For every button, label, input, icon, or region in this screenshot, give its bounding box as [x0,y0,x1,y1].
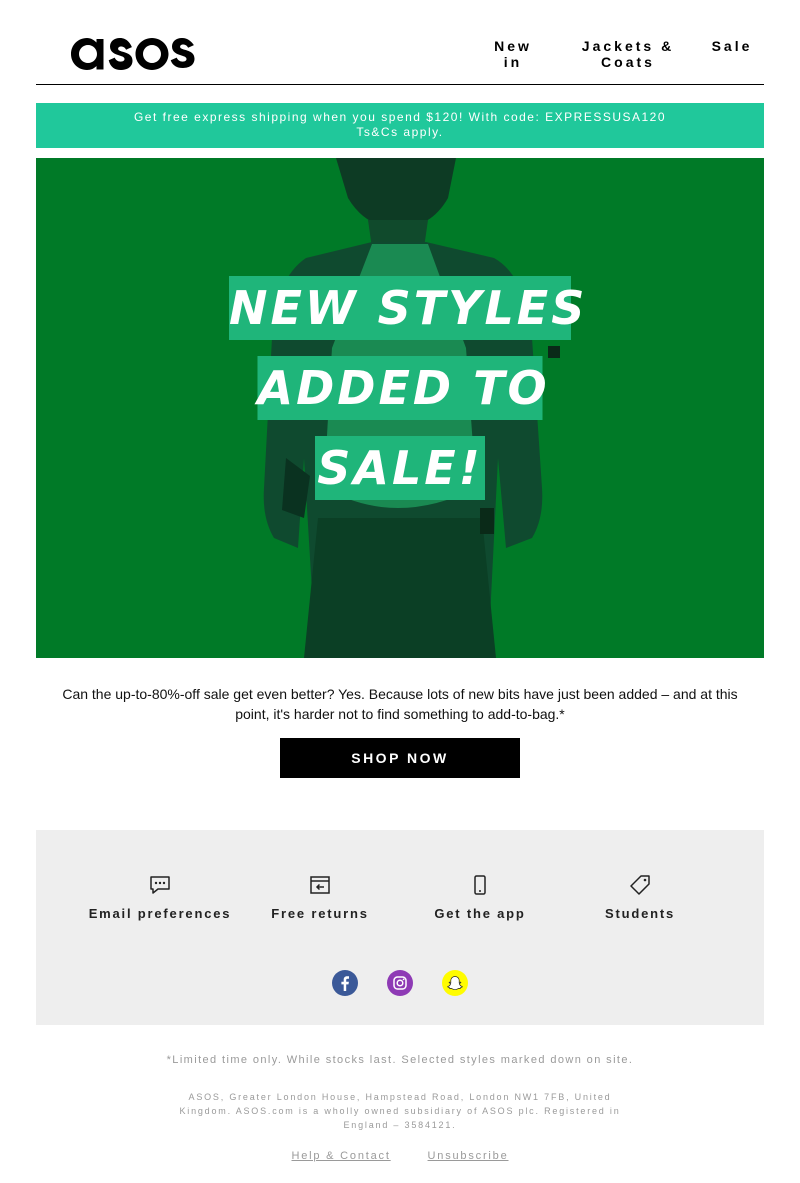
nav-new-in[interactable]: New in [488,38,538,70]
hero-banner[interactable]: NEW STYLES ADDED TO SALE! [36,158,764,658]
feature-get-the-app[interactable]: Get the app [400,874,560,921]
unsubscribe-link[interactable]: Unsubscribe [428,1150,509,1162]
body-copy: Can the up-to-80%-off sale get even bett… [62,686,738,722]
facebook-icon [341,976,349,991]
header: New in Jackets & Coats Sale [36,0,764,85]
tag-icon [630,875,650,895]
feature-students[interactable]: Students [560,874,720,921]
chat-bubble-icon [150,876,170,894]
company-address: ASOS, Greater London House, Hampstead Ro… [179,1092,621,1130]
return-box-icon [310,876,330,894]
feature-label: Free returns [271,906,369,921]
instagram-icon [393,976,407,990]
asos-logo[interactable] [70,30,202,78]
hero-headline-line-2: ADDED TO [257,356,547,420]
snapchat-icon [447,976,463,991]
hero-headline-line-3: SALE! [315,436,485,500]
nav-jackets-coats[interactable]: Jackets & Coats [578,38,678,70]
phone-icon [474,875,486,895]
feature-label: Get the app [434,906,526,921]
nav-sale[interactable]: Sale [708,38,756,54]
promo-text: Get free express shipping when you spend… [133,110,667,124]
feature-label: Email preferences [88,906,232,921]
help-contact-link[interactable]: Help & Contact [292,1150,391,1162]
snapchat-link[interactable] [442,970,468,996]
footer-links: Help & Contact Unsubscribe [36,1150,764,1162]
footer-features-panel: Email preferences Free returns Get the a… [36,830,764,1025]
feature-email-preferences[interactable]: Email preferences [80,874,240,921]
instagram-link[interactable] [387,970,413,996]
shop-now-button[interactable]: SHOP NOW [280,738,520,778]
hero-headline-line-1: NEW STYLES [229,276,584,340]
feature-label: Students [604,906,675,921]
disclaimer-text: *Limited time only. While stocks last. S… [166,1054,634,1066]
promo-terms: Ts&Cs apply. [356,125,444,139]
promo-banner[interactable]: Get free express shipping when you spend… [36,103,764,148]
facebook-link[interactable] [332,970,358,996]
feature-free-returns[interactable]: Free returns [240,874,400,921]
